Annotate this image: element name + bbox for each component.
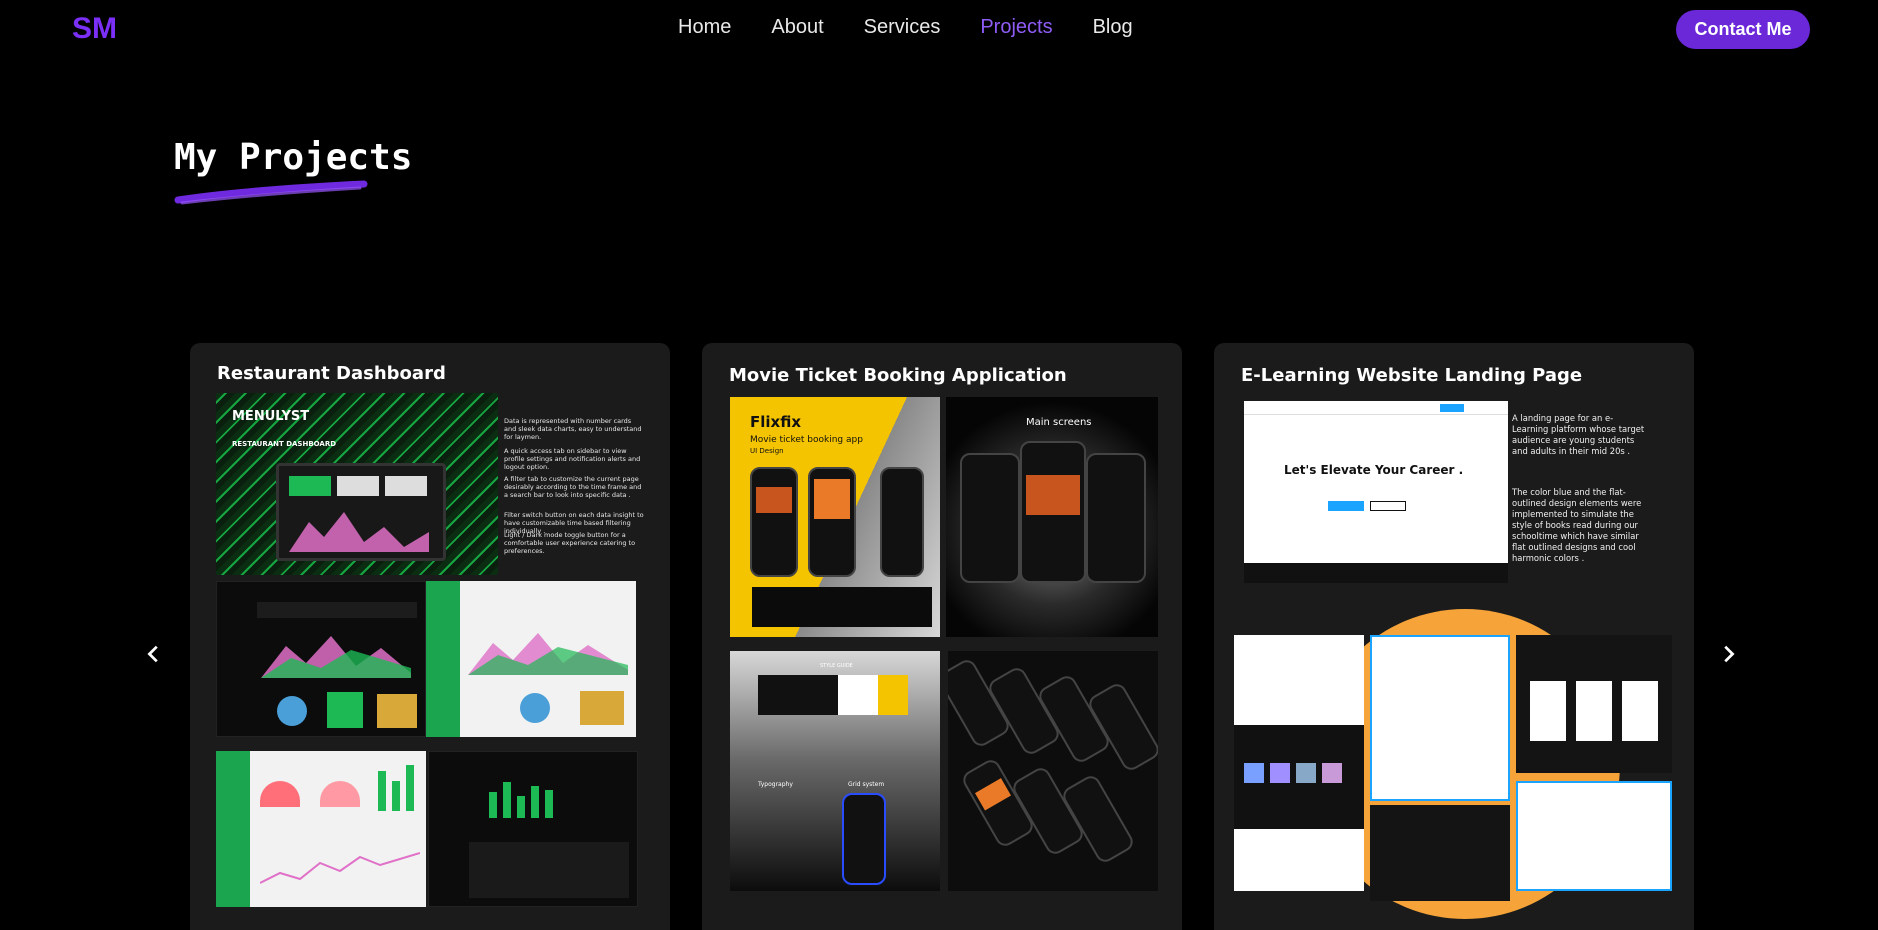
chevron-right-icon	[1724, 645, 1735, 663]
contact-me-button[interactable]: Contact Me	[1676, 10, 1810, 49]
style-guide-label: STYLE GUIDE	[820, 663, 853, 669]
cta-preview	[1516, 781, 1672, 891]
project-title: Movie Ticket Booking Application	[729, 365, 1067, 386]
project-preview-image: Flixfix Movie ticket booking app UI Desi…	[730, 397, 1158, 897]
chevron-left-icon	[147, 645, 158, 663]
app-tagline: Movie ticket booking app	[750, 435, 863, 445]
brand-subtitle: RESTAURANT DASHBOARD	[232, 440, 337, 448]
main-screens-panel: Main screens	[946, 397, 1158, 637]
feature-note-1: Data is represented with number cards an…	[504, 417, 642, 441]
app-brand: Flixfix	[750, 413, 801, 431]
nav-link-blog[interactable]: Blog	[1093, 16, 1133, 39]
nav-link-projects[interactable]: Projects	[980, 16, 1052, 39]
site-logo[interactable]: SM	[72, 12, 117, 46]
style-guide-panel: STYLE GUIDE Typography Grid system	[730, 651, 940, 891]
project-title: E-Learning Website Landing Page	[1241, 365, 1583, 386]
landing-page-preview-2	[1370, 635, 1510, 801]
title-brush-underline	[174, 180, 368, 205]
project-description-2: The color blue and the flat-outlined des…	[1512, 487, 1642, 563]
dashboard-hero-art: MENULYST RESTAURANT DASHBOARD	[216, 393, 498, 575]
landing-page-preview-1	[1234, 635, 1364, 891]
project-preview-image: Let's Elevate Your Career . A landing pa…	[1234, 401, 1674, 930]
project-title: Restaurant Dashboard	[217, 363, 446, 384]
project-card-movie-ticket-booking[interactable]: Movie Ticket Booking Application Flixfix…	[702, 343, 1182, 930]
project-description-1: A landing page for an e-Learning platfor…	[1512, 413, 1645, 456]
brand-text: MENULYST	[232, 409, 310, 424]
phone-mockups-panel	[948, 651, 1158, 891]
grid-label: Grid system	[848, 781, 885, 788]
landing-headline: Let's Elevate Your Career .	[1284, 463, 1464, 477]
nav-link-services[interactable]: Services	[864, 16, 941, 39]
app-tag: UI Design	[750, 447, 784, 455]
carousel-next-button[interactable]	[1715, 641, 1741, 667]
main-screens-label: Main screens	[1026, 417, 1092, 428]
project-card-restaurant-dashboard[interactable]: Restaurant Dashboard MENULYST RESTAURANT…	[190, 343, 670, 930]
dashboard-light-screenshot	[426, 581, 636, 737]
landing-page-preview-footer	[1370, 805, 1510, 901]
nav-link-home[interactable]: Home	[678, 16, 731, 39]
courses-preview	[1516, 635, 1672, 773]
dashboard-dark-screenshot	[216, 581, 426, 737]
nav-link-about[interactable]: About	[771, 16, 823, 39]
project-card-elearning-landing[interactable]: E-Learning Website Landing Page Let's El…	[1214, 343, 1694, 930]
carousel-prev-button[interactable]	[141, 641, 167, 667]
dashboard-dark-screenshot-2	[428, 751, 638, 907]
main-nav: Home About Services Projects Blog	[678, 16, 1173, 39]
landing-hero-screenshot: Let's Elevate Your Career .	[1244, 401, 1508, 583]
feature-note-2: A quick access tab on sidebar to view pr…	[504, 447, 641, 471]
flixfix-intro-panel: Flixfix Movie ticket booking app UI Desi…	[730, 397, 940, 637]
feature-note-3: A filter tab to customize the current pa…	[504, 475, 642, 499]
dashboard-light-screenshot-2	[216, 751, 426, 907]
feature-note-5: Light / Dark mode toggle button for a co…	[504, 531, 636, 555]
typography-label: Typography	[758, 781, 793, 788]
section-title: My Projects	[174, 137, 413, 178]
project-preview-image: MENULYST RESTAURANT DASHBOARD Data is re…	[216, 393, 644, 930]
